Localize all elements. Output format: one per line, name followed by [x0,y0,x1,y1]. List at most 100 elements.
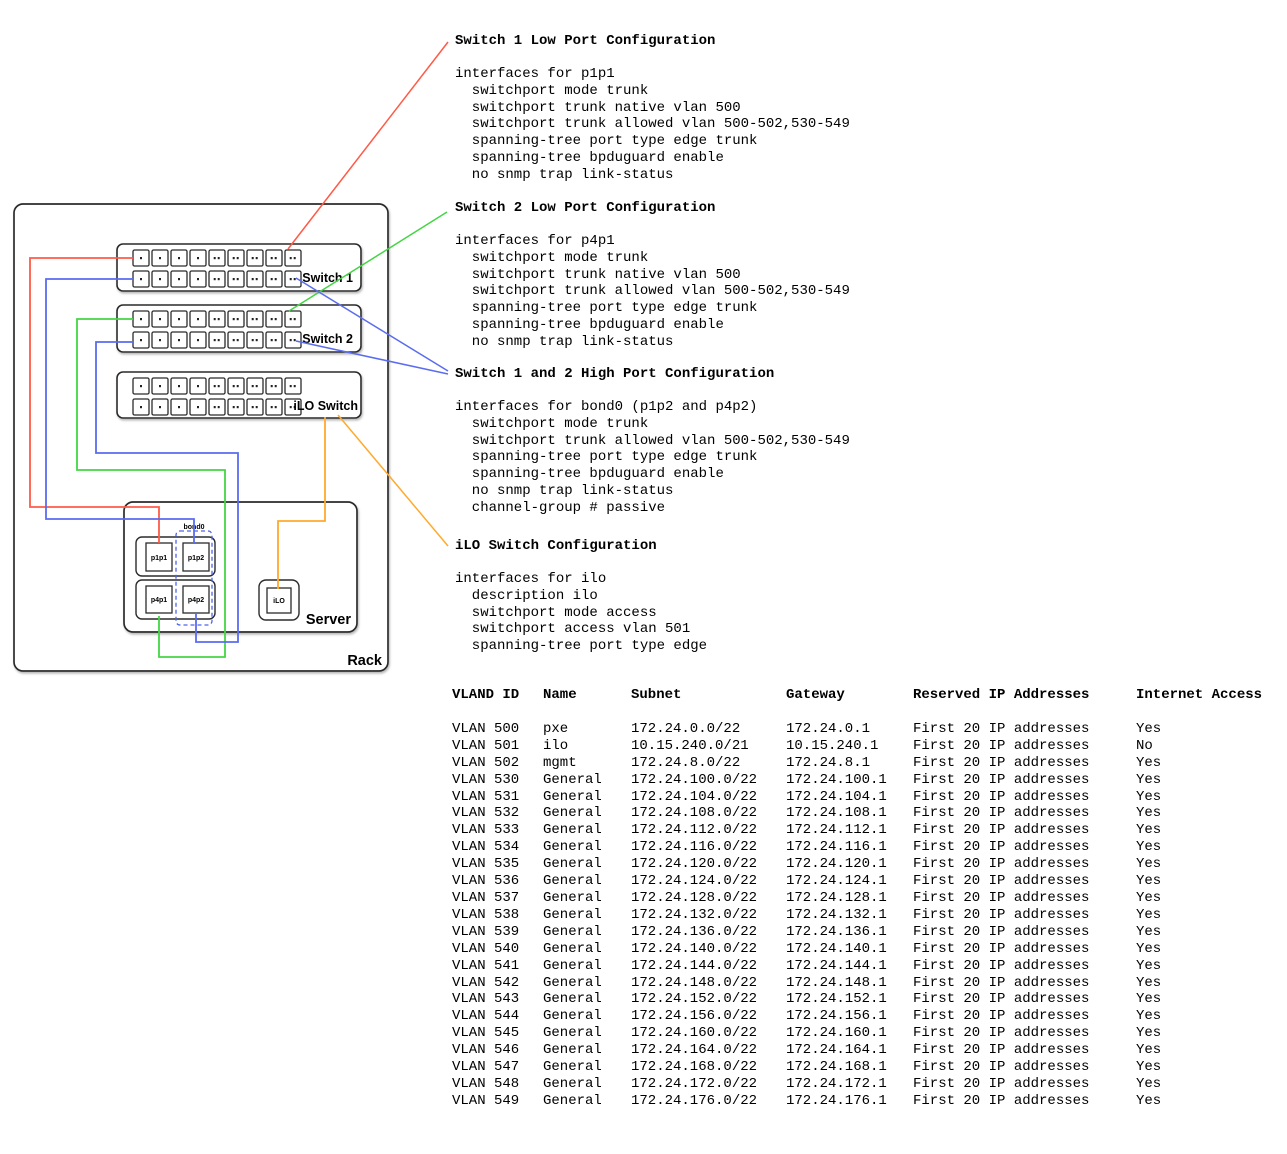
port-dot [275,339,277,341]
table-cell: 172.24.168.1 [786,1059,913,1076]
table-cell: 172.24.148.1 [786,975,913,992]
table-cell: 172.24.132.1 [786,907,913,924]
table-cell: 172.24.176.1 [786,1093,913,1110]
port-dot [178,385,180,387]
config-title: iLO Switch Configuration [455,538,915,555]
table-cell: 172.24.124.0/22 [631,873,786,890]
table-cell: 172.24.140.1 [786,941,913,958]
port-dot [214,339,216,341]
table-cell: Yes [1136,856,1261,873]
port-dot [140,278,142,280]
switch-port [266,332,282,348]
port-dot [275,278,277,280]
table-cell: VLAN 547 [452,1059,543,1076]
port-p1p1-label: p1p1 [151,555,167,562]
port-dot [233,278,235,280]
table-cell: First 20 IP addresses [913,991,1136,1008]
table-cell: General [543,856,631,873]
port-dot [214,257,216,259]
rack-label: Rack [347,653,383,669]
port-dot [237,318,239,320]
port-dot [290,278,292,280]
table-row: VLAN 532General172.24.108.0/22172.24.108… [452,805,1261,822]
table-cell: 172.24.144.0/22 [631,958,786,975]
switch-port [228,332,244,348]
port-p1p2-label: p1p2 [188,555,204,562]
table-cell: 172.24.0.0/22 [631,721,786,738]
table-cell: 10.15.240.1 [786,738,913,755]
table-cell: 172.24.112.1 [786,822,913,839]
port-dot [218,339,220,341]
port-dot [214,406,216,408]
table-cell: Yes [1136,1025,1261,1042]
table-row: VLAN 501ilo10.15.240.0/2110.15.240.1Firs… [452,738,1261,755]
switch-port [285,250,301,266]
table-cell: First 20 IP addresses [913,958,1136,975]
config-title: Switch 2 Low Port Configuration [455,200,915,217]
port-dot [214,278,216,280]
table-cell: VLAN 543 [452,991,543,1008]
port-dot [140,257,142,259]
table-cell: First 20 IP addresses [913,856,1136,873]
table-cell: 172.24.120.0/22 [631,856,786,873]
port-dot [252,257,254,259]
port-dot [233,318,235,320]
table-cell: VLAN 542 [452,975,543,992]
switch-port [247,332,263,348]
table-row: VLAN 540General172.24.140.0/22172.24.140… [452,941,1261,958]
table-cell: VLAN 545 [452,1025,543,1042]
port-dot [271,406,273,408]
table-cell: Yes [1136,924,1261,941]
port-dot [233,406,235,408]
table-cell: 172.24.172.0/22 [631,1076,786,1093]
port-dot [252,278,254,280]
table-cell: First 20 IP addresses [913,924,1136,941]
switch-port [247,271,263,287]
port-dot [237,339,239,341]
table-cell: Yes [1136,822,1261,839]
table-cell: 172.24.8.1 [786,755,913,772]
table-row: VLAN 547General172.24.168.0/22172.24.168… [452,1059,1261,1076]
table-cell: First 20 IP addresses [913,822,1136,839]
switch-port [285,311,301,327]
table-cell: 172.24.144.1 [786,958,913,975]
switch-port [247,399,263,415]
table-cell: VLAN 541 [452,958,543,975]
table-cell: General [543,1093,631,1110]
port-dot [256,257,258,259]
switch-port [209,378,225,394]
table-cell: 172.24.156.1 [786,1008,913,1025]
table-cell: VLAN 532 [452,805,543,822]
header-gateway: Gateway [786,687,913,704]
table-row: VLAN 546General172.24.164.0/22172.24.164… [452,1042,1261,1059]
table-cell: General [543,789,631,806]
table-row: VLAN 538General172.24.132.0/22172.24.132… [452,907,1261,924]
table-cell: pxe [543,721,631,738]
vlan-table: VLAND ID Name Subnet Gateway Reserved IP… [452,687,1261,1110]
table-cell: 172.24.168.0/22 [631,1059,786,1076]
table-cell: Yes [1136,873,1261,890]
table-cell: General [543,907,631,924]
table-cell: VLAN 537 [452,890,543,907]
port-dot [256,339,258,341]
network-rack-documentation-page: Rack Switch 1 Switch 2 iLO Switch [0,0,1287,1154]
port-dot [252,318,254,320]
port-dot [256,318,258,320]
switch-port [209,399,225,415]
port-dot [237,406,239,408]
table-cell: VLAN 533 [452,822,543,839]
port-dot [252,385,254,387]
table-cell: VLAN 500 [452,721,543,738]
rack-diagram: Rack Switch 1 Switch 2 iLO Switch [0,0,500,690]
switch-port [247,378,263,394]
switch-1: Switch 1 [117,244,361,291]
table-cell: General [543,1059,631,1076]
config-block-switch1-low: Switch 1 Low Port Configuration interfac… [455,33,915,184]
table-cell: 172.24.116.1 [786,839,913,856]
table-row: VLAN 533General172.24.112.0/22172.24.112… [452,822,1261,839]
table-cell: Yes [1136,958,1261,975]
table-cell: 172.24.100.0/22 [631,772,786,789]
table-cell: First 20 IP addresses [913,721,1136,738]
switch-port [209,250,225,266]
table-cell: 172.24.116.0/22 [631,839,786,856]
